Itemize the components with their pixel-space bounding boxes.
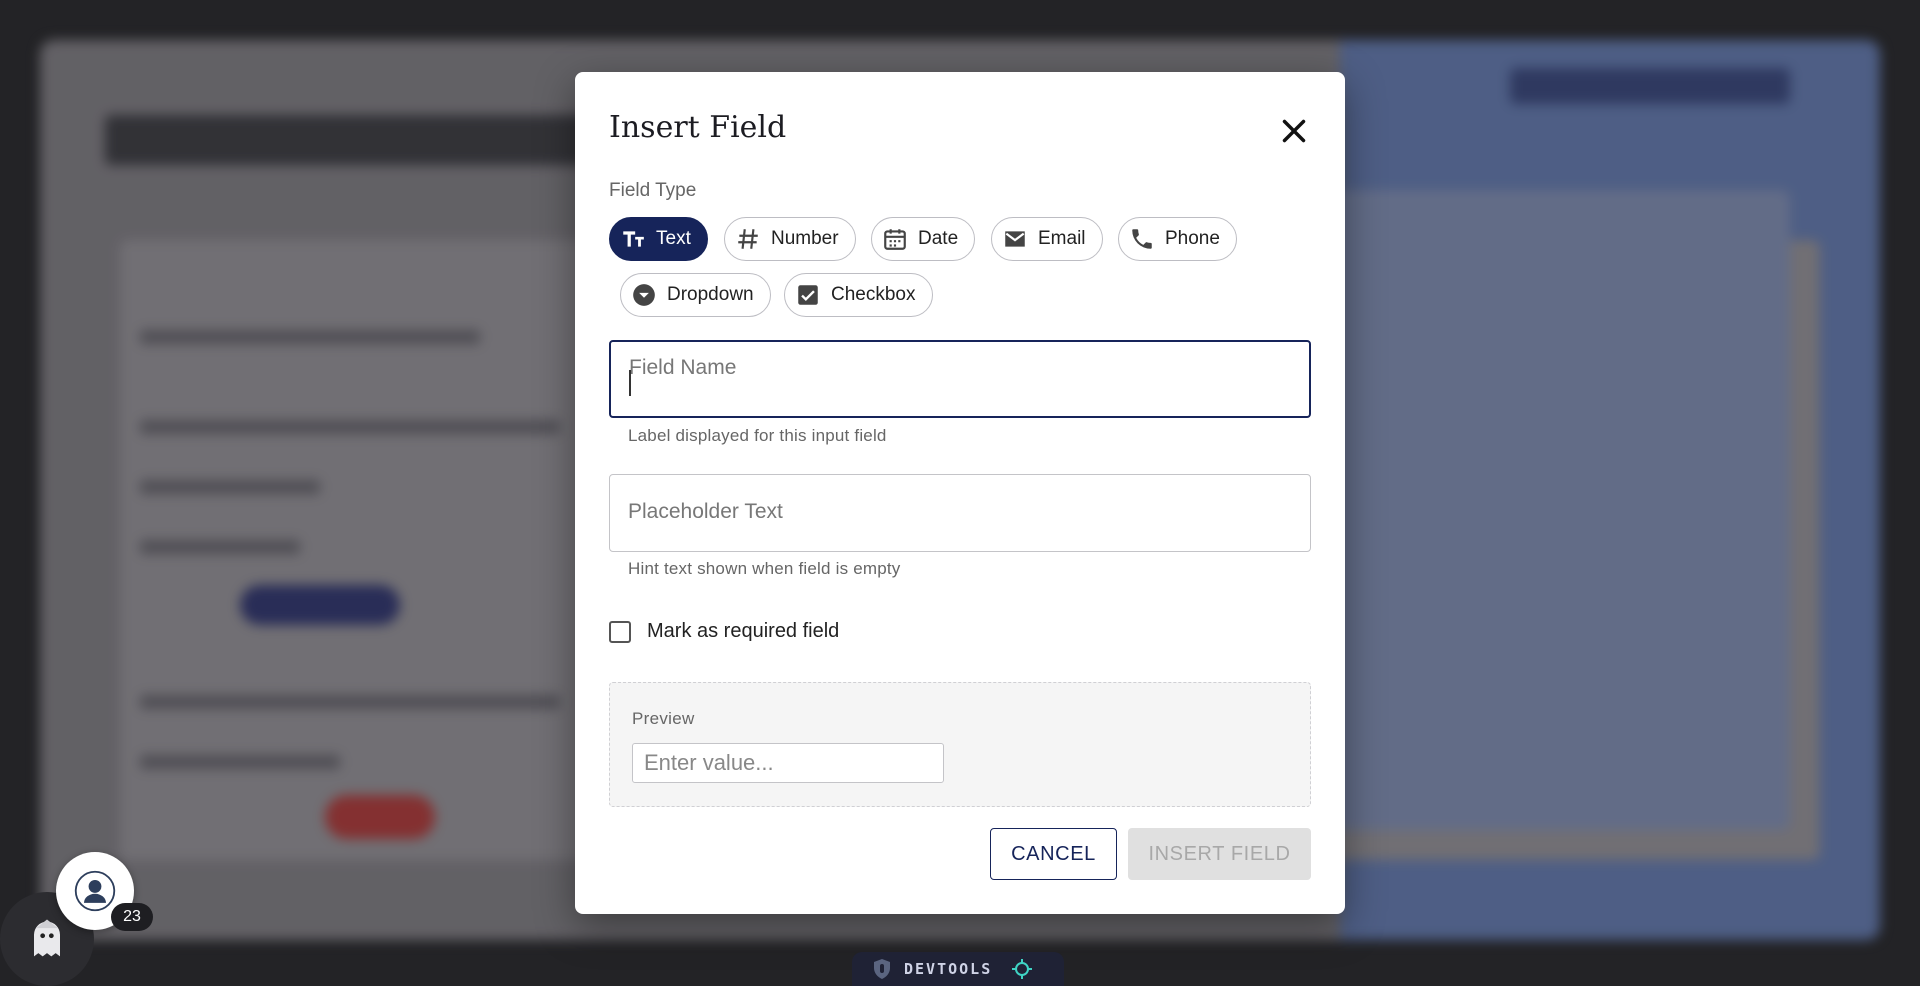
required-checkbox[interactable] [609, 620, 631, 643]
field-type-chip-dropdown[interactable]: Dropdown [620, 273, 771, 317]
checkbox-checked-icon [798, 285, 818, 305]
calendar-icon [884, 229, 906, 250]
close-button[interactable] [1275, 112, 1313, 150]
field-type-chip-checkbox[interactable]: Checkbox [784, 273, 933, 317]
profile-emblem-icon [74, 870, 116, 912]
mail-icon [1005, 231, 1025, 247]
dropdown-circle-icon [633, 284, 655, 306]
ghost-mascot-icon [34, 919, 60, 957]
text-cursor [629, 370, 631, 396]
preview-label: Preview [632, 709, 695, 728]
crosshair-icon[interactable] [1010, 957, 1034, 981]
field-type-label: Field Type [609, 180, 697, 201]
placeholder-text-input[interactable]: Placeholder Text [609, 474, 1311, 552]
chip-label: Text [656, 228, 691, 249]
close-icon [1282, 119, 1306, 143]
shield-icon [874, 959, 890, 979]
field-type-chip-text[interactable]: Text [609, 217, 708, 261]
placeholder-text-label: Placeholder Text [628, 500, 783, 523]
chip-label: Phone [1165, 228, 1220, 249]
preview-panel: Preview [609, 682, 1311, 807]
text-format-icon [623, 231, 644, 247]
phone-icon [1132, 229, 1152, 249]
notification-badge: 23 [111, 903, 153, 931]
insert-field-dialog: Insert Field Field Type Text Number Date… [575, 72, 1345, 914]
required-checkbox-row[interactable]: Mark as required field [609, 620, 839, 643]
cancel-button[interactable]: CANCEL [990, 828, 1117, 880]
required-checkbox-label: Mark as required field [647, 620, 840, 642]
field-name-helper: Label displayed for this input field [628, 426, 887, 445]
field-type-chip-date[interactable]: Date [871, 217, 976, 261]
chip-label: Date [918, 228, 959, 249]
field-name-label: Field Name [629, 356, 737, 379]
dialog-title: Insert Field [609, 110, 787, 145]
hash-icon [738, 229, 758, 249]
chip-label: Email [1038, 228, 1086, 249]
devtools-label: DEVTOOLS [904, 960, 993, 978]
chip-label: Number [771, 228, 839, 249]
field-type-chip-phone[interactable]: Phone [1118, 217, 1237, 261]
chip-label: Checkbox [831, 284, 916, 305]
chip-label: Dropdown [667, 284, 754, 305]
insert-field-button[interactable]: INSERT FIELD [1128, 828, 1311, 880]
placeholder-text-helper: Hint text shown when field is empty [628, 559, 901, 578]
devtools-tab[interactable]: DEVTOOLS [852, 952, 1064, 986]
field-name-input[interactable]: Field Name [609, 340, 1311, 418]
field-type-chip-email[interactable]: Email [991, 217, 1103, 261]
field-type-chip-number[interactable]: Number [724, 217, 856, 261]
preview-input[interactable] [632, 743, 944, 783]
